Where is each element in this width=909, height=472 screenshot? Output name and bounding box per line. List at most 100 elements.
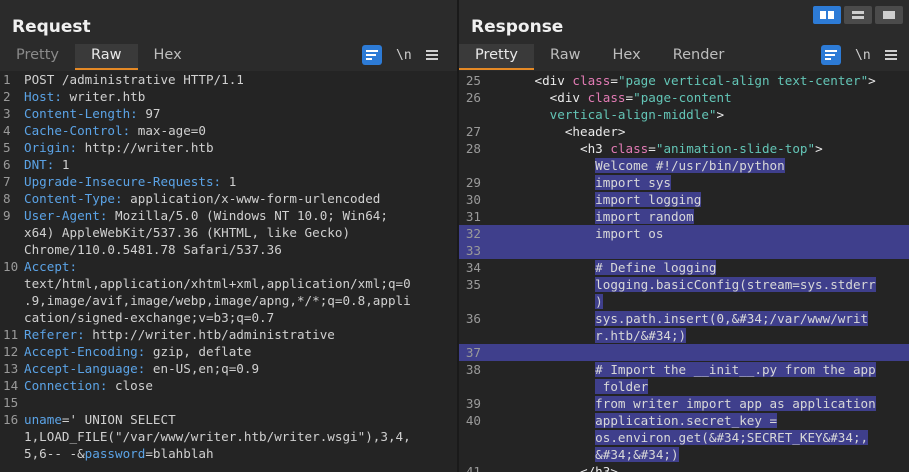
code-line: 10 Accept: xyxy=(0,258,457,275)
code-line: 39 from writer import app as application xyxy=(459,395,909,412)
tab-raw[interactable]: Raw xyxy=(534,44,597,70)
line-number xyxy=(459,157,489,174)
code-token: .9,image/avif,image/webp,image/apng,*/*;… xyxy=(24,293,411,308)
code-line: .9,image/avif,image/webp,image/apng,*/*;… xyxy=(0,292,457,309)
code-line: 12 Accept-Encoding: gzip, deflate xyxy=(0,343,457,360)
tab-pretty[interactable]: Pretty xyxy=(459,44,535,70)
tab-hex[interactable]: Hex xyxy=(138,44,198,70)
code-token: User-Agent: xyxy=(24,208,115,223)
tab-raw[interactable]: Raw xyxy=(75,44,138,70)
code-token: = xyxy=(648,141,656,156)
request-tools: \n xyxy=(362,44,438,66)
line-text: sys.path.insert(0,&#34;/var/www/writ xyxy=(489,310,909,327)
code-token: logging.basicConfig(stream=sys.stderr xyxy=(595,277,876,292)
code-line: 4 Cache-Control: max-age=0 xyxy=(0,122,457,139)
line-text: text/html,application/xhtml+xml,applicat… xyxy=(24,275,457,292)
stacked-layout-icon[interactable] xyxy=(844,6,872,24)
code-line: 34 # Define logging xyxy=(459,259,909,276)
tab-pretty[interactable]: Pretty xyxy=(0,44,75,70)
line-number: 1 xyxy=(3,72,11,87)
line-text: logging.basicConfig(stream=sys.stderr xyxy=(489,276,909,293)
code-line: vertical-align-middle"> xyxy=(459,106,909,123)
tab-render[interactable]: Render xyxy=(657,44,741,70)
code-token: # Import the __init__.py from the app xyxy=(595,362,876,377)
line-text: <header> xyxy=(489,123,909,140)
code-token: max-age=0 xyxy=(137,123,206,138)
hamburger-menu-icon[interactable] xyxy=(425,49,438,61)
code-token: > xyxy=(815,141,823,156)
line-text: ) xyxy=(489,293,909,310)
line-number: 6 xyxy=(3,157,11,172)
code-line: 29 import sys xyxy=(459,174,909,191)
line-number: 31 xyxy=(465,209,481,224)
code-token: application.secret_key = xyxy=(595,413,778,428)
word-wrap-icon[interactable] xyxy=(821,45,841,65)
code-line: 37 xyxy=(459,344,909,361)
code-line: ) xyxy=(459,293,909,310)
response-tabs: Pretty Raw Hex Render xyxy=(459,44,740,70)
line-number: 32 xyxy=(465,226,481,241)
line-number: 16 xyxy=(3,412,19,427)
hamburger-menu-icon[interactable] xyxy=(884,49,897,61)
code-line: 35 logging.basicConfig(stream=sys.stderr xyxy=(459,276,909,293)
code-line: 31 import random xyxy=(459,208,909,225)
code-line: 33 xyxy=(459,242,909,259)
word-wrap-icon[interactable] xyxy=(362,45,382,65)
line-text: import sys xyxy=(489,174,909,191)
code-token: en-US,en;q=0.9 xyxy=(152,361,260,376)
line-text: os.environ.get(&#34;SECRET_KEY&#34;, xyxy=(489,429,909,446)
tab-hex[interactable]: Hex xyxy=(597,44,657,70)
code-line: 14 Connection: close xyxy=(0,377,457,394)
line-number xyxy=(459,327,489,344)
line-number: 41 xyxy=(465,464,481,472)
line-number: 5 xyxy=(3,140,11,155)
code-token: 1 xyxy=(228,174,237,189)
show-newlines-button[interactable]: \n xyxy=(396,48,412,63)
code-token: =blahblah xyxy=(145,446,214,461)
line-number: 29 xyxy=(465,175,481,190)
code-token: gzip, deflate xyxy=(152,344,252,359)
code-line: text/html,application/xhtml+xml,applicat… xyxy=(0,275,457,292)
line-text: Accept-Encoding: gzip, deflate xyxy=(24,343,457,360)
response-tools: \n xyxy=(821,44,897,66)
code-token: Connection: xyxy=(24,378,115,393)
line-text: 5,6-- -&password=blahblah xyxy=(24,445,457,462)
line-number: 34 xyxy=(465,260,481,275)
side-by-side-layout-icon[interactable] xyxy=(813,6,841,24)
request-editor[interactable]: 1 POST /administrative HTTP/1.1 2 Host: wri… xyxy=(0,71,457,472)
line-number: 26 xyxy=(465,90,481,105)
line-text: cation/signed-exchange;v=b3;q=0.7 xyxy=(24,309,457,326)
line-number xyxy=(0,224,24,241)
code-line: 28 <h3 class="animation-slide-top"> xyxy=(459,140,909,157)
line-number: 27 xyxy=(465,124,481,139)
response-editor[interactable]: 25 <div class="page vertical-align text-… xyxy=(459,71,909,472)
request-tabs: Pretty Raw Hex xyxy=(0,44,198,70)
code-token: http://writer.htb xyxy=(84,140,214,155)
code-token: x64) AppleWebKit/537.36 (KHTML, like Gec… xyxy=(24,225,351,240)
code-line: cation/signed-exchange;v=b3;q=0.7 xyxy=(0,309,457,326)
line-number xyxy=(459,293,489,310)
code-token: import random xyxy=(595,209,694,224)
code-token: 1 xyxy=(61,157,70,172)
code-token: Accept-Language: xyxy=(24,361,153,376)
code-token: <div xyxy=(549,90,588,105)
code-line: 9 User-Agent: Mozilla/5.0 (Windows NT 10.… xyxy=(0,207,457,224)
code-token: # Define logging xyxy=(595,260,717,275)
line-text: <h3 class="animation-slide-top"> xyxy=(489,140,909,157)
code-token: Referer: xyxy=(24,327,93,342)
line-text: r.htb/&#34;) xyxy=(489,327,909,344)
line-number: 9 xyxy=(3,208,11,223)
tabbed-layout-icon[interactable] xyxy=(875,6,903,24)
show-newlines-button[interactable]: \n xyxy=(855,48,871,63)
code-token: </h3> xyxy=(580,464,618,472)
line-number: 7 xyxy=(3,174,11,189)
line-number xyxy=(0,241,24,258)
code-line: 27 <header> xyxy=(459,123,909,140)
